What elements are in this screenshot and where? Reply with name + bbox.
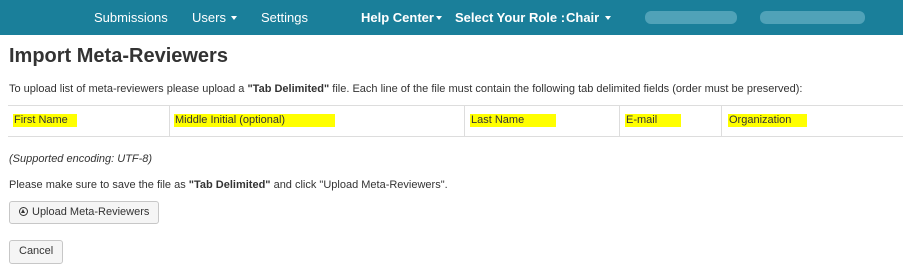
save-note-bold: "Tab Delimited" <box>188 179 271 191</box>
save-note-start: Please make sure to save the file as <box>9 179 189 191</box>
fields-table: First Name Middle Initial (optional) Las… <box>8 105 903 137</box>
account-menu[interactable] <box>760 11 865 24</box>
field-cell-email: E-mail <box>620 106 722 136</box>
nav-users-label: Users <box>192 10 226 25</box>
intro-text-end: file. Each line of the file must contain… <box>329 83 803 95</box>
nav-help-center-label: Help Center <box>361 10 434 25</box>
intro-text-bold: "Tab Delimited" <box>247 83 330 95</box>
field-cell-last-name: Last Name <box>465 106 620 136</box>
save-note-end: and click "Upload Meta-Reviewers". <box>270 179 448 191</box>
chevron-down-icon <box>230 15 237 20</box>
upload-icon <box>19 206 28 216</box>
upload-meta-reviewers-button[interactable]: Upload Meta-Reviewers <box>9 201 160 224</box>
chevron-down-icon <box>435 15 442 20</box>
nav-users[interactable]: Users <box>192 0 237 35</box>
field-cell-first-name: First Name <box>8 106 170 136</box>
user-menu[interactable] <box>645 11 737 24</box>
page-title: Import Meta-Reviewers <box>9 45 228 67</box>
select-role-label: Select Your Role : <box>455 10 566 25</box>
save-note: Please make sure to save the file as "Ta… <box>9 179 448 191</box>
role-dropdown-label: Chair <box>566 10 600 25</box>
intro-text-start: To upload list of meta-reviewers please … <box>9 83 248 95</box>
chevron-down-icon <box>605 15 612 20</box>
upload-button-label: Upload Meta-Reviewers <box>32 206 150 218</box>
field-last-name: Last Name <box>470 114 556 127</box>
field-cell-organization: Organization <box>722 106 903 136</box>
field-first-name: First Name <box>13 114 77 127</box>
encoding-note: (Supported encoding: UTF-8) <box>9 153 153 165</box>
cancel-button[interactable]: Cancel <box>9 240 64 264</box>
nav-help-center[interactable]: Help Center <box>361 0 442 35</box>
top-navbar: Submissions Users Settings Help Center S… <box>0 0 903 35</box>
intro-text: To upload list of meta-reviewers please … <box>9 83 802 95</box>
field-middle-initial: Middle Initial (optional) <box>174 114 335 127</box>
nav-settings[interactable]: Settings <box>261 0 308 35</box>
field-organization: Organization <box>728 114 807 127</box>
nav-submissions[interactable]: Submissions <box>94 0 168 35</box>
field-email: E-mail <box>625 114 681 127</box>
field-cell-middle-initial: Middle Initial (optional) <box>170 106 465 136</box>
role-dropdown[interactable]: Chair <box>566 0 612 35</box>
